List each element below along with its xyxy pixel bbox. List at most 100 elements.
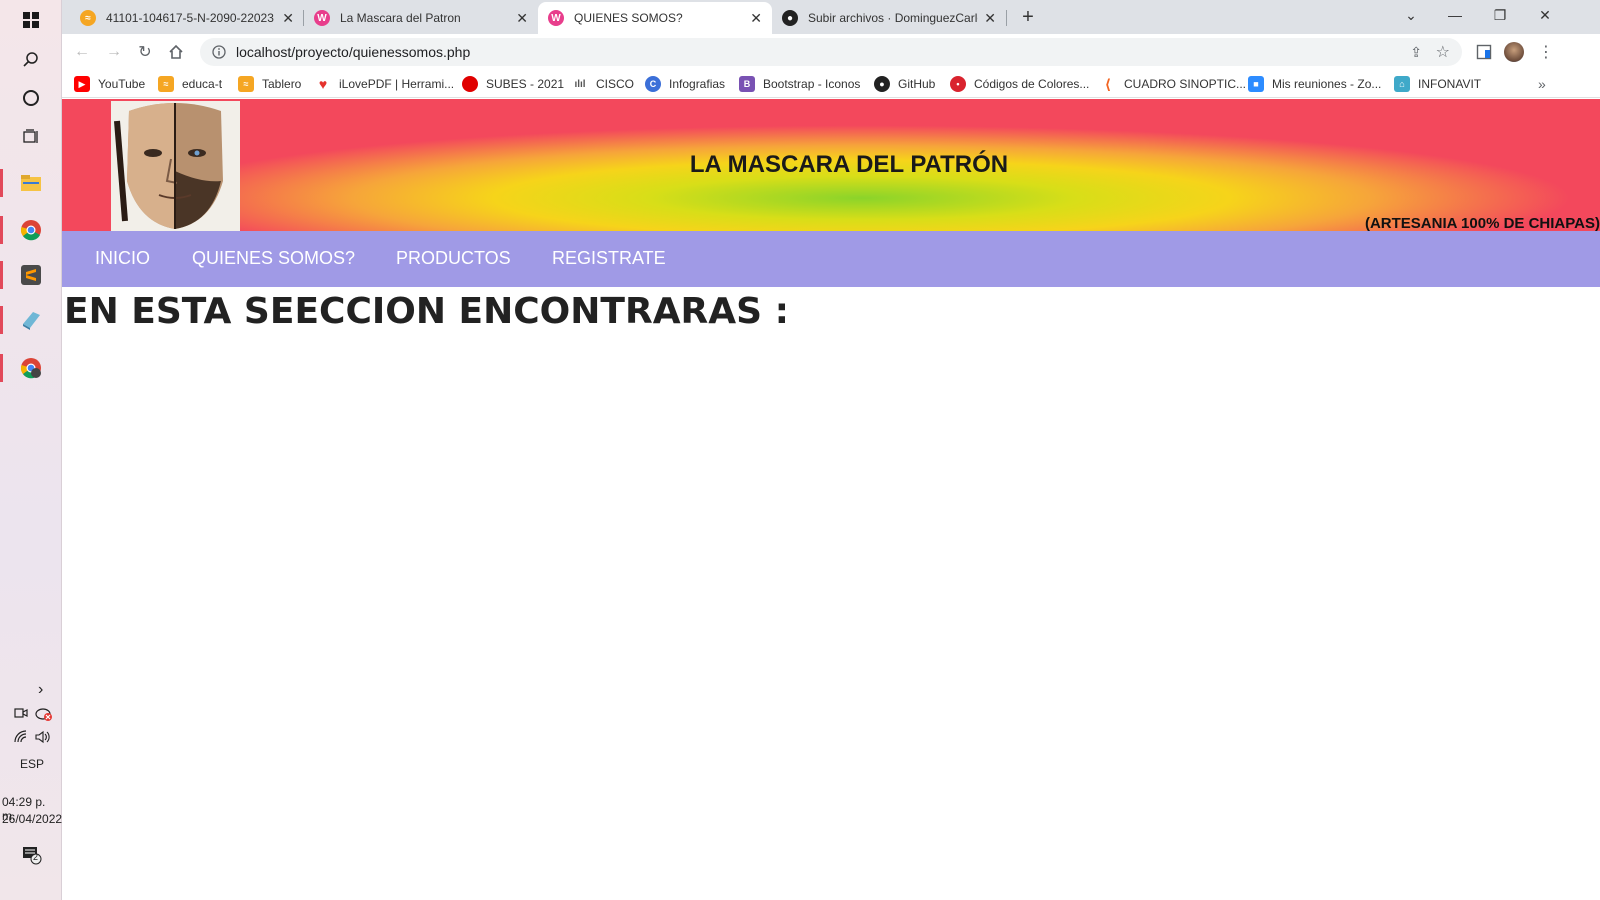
cuadro-icon: ⟨ xyxy=(1104,75,1112,92)
file-explorer-icon[interactable] xyxy=(0,163,62,203)
educa-icon: ≈ xyxy=(80,10,96,26)
educa-icon: ≈ xyxy=(238,76,254,92)
bookmark-label: Códigos de Colores... xyxy=(974,77,1090,91)
marquee-text: (ARTESANIA 100% DE CHIAPAS) xyxy=(1364,215,1600,232)
wifi-icon[interactable] xyxy=(14,730,30,747)
browser-tab-strip: ≈ 41101-104617-5-N-2090-22023 ✕ W La Mas… xyxy=(62,0,1600,34)
bookmark-label: SUBES - 2021 xyxy=(486,77,565,91)
close-tab-icon[interactable]: ✕ xyxy=(750,10,762,27)
tab-title: La Mascara del Patron xyxy=(340,11,461,25)
nav-link-registrate[interactable]: REGISTRATE xyxy=(552,248,666,269)
bookmark-codigos-de-colores[interactable]: • Códigos de Colores... xyxy=(950,74,1089,94)
browser-tab[interactable]: ≈ 41101-104617-5-N-2090-22023 ✕ xyxy=(70,2,304,34)
bookmark-mis-reuniones-zoom[interactable]: ■ Mis reuniones - Zo... xyxy=(1248,74,1381,94)
network-disconnected-icon[interactable] xyxy=(35,706,53,725)
bookmark-label: CUADRO SINOPTIC... xyxy=(1124,77,1247,91)
site-icon: W xyxy=(314,10,330,26)
tab-divider xyxy=(1006,10,1007,26)
site-navbar: INICIO QUIENES SOMOS? PRODUCTOS REGISTRA… xyxy=(62,231,1600,287)
bookmark-infonavit[interactable]: ⌂ INFONAVIT xyxy=(1394,74,1481,94)
forward-icon[interactable]: → xyxy=(102,40,126,64)
heart-icon: ♥ xyxy=(318,76,328,92)
new-tab-button[interactable]: + xyxy=(1014,4,1042,30)
zoom-icon: ■ xyxy=(1248,76,1264,92)
windows-taskbar: › ESP 04:29 p. m. 26/04/2022 2 xyxy=(0,0,62,900)
chrome-profile-icon[interactable] xyxy=(0,348,62,388)
chrome-icon[interactable] xyxy=(0,210,62,250)
nav-link-productos[interactable]: PRODUCTOS xyxy=(396,248,511,269)
address-bar[interactable]: localhost/proyecto/quienessomos.php ⇪ ☆ xyxy=(200,38,1462,66)
clock-date[interactable]: 26/04/2022 xyxy=(2,812,62,826)
bookmark-label: educa-t xyxy=(182,77,223,91)
bookmark-label: Infografias xyxy=(669,77,726,91)
notification-count: 2 xyxy=(33,852,39,862)
browser-tab[interactable]: W La Mascara del Patron ✕ xyxy=(304,2,538,34)
github-icon: ● xyxy=(874,76,890,92)
close-tab-icon[interactable]: ✕ xyxy=(984,10,996,27)
close-tab-icon[interactable]: ✕ xyxy=(282,10,294,27)
bookmark-infografias[interactable]: C Infografias xyxy=(645,74,725,94)
bookmark-star-icon[interactable]: ☆ xyxy=(1436,42,1450,62)
canva-icon: C xyxy=(645,76,661,92)
circle-icon xyxy=(462,76,478,92)
language-indicator[interactable]: ESP xyxy=(20,757,44,771)
sublime-text-icon[interactable] xyxy=(0,255,62,295)
bookmarks-bar: ▶ YouTube ≈ educa-t ≈ Tablero ♥ iLovePDF… xyxy=(62,70,1600,98)
site-title: LA MASCARA DEL PATRÓN xyxy=(689,151,1009,178)
bootstrap-icon: B xyxy=(739,76,755,92)
bookmark-label: YouTube xyxy=(98,77,146,91)
reload-icon[interactable]: ↻ xyxy=(133,40,157,64)
volume-icon[interactable] xyxy=(35,730,51,747)
bookmark-label: Tablero xyxy=(262,77,302,91)
meet-now-icon[interactable] xyxy=(14,706,28,723)
close-window-icon[interactable]: ✕ xyxy=(1522,0,1568,30)
bookmark-bootstrap-iconos[interactable]: B Bootstrap - Iconos xyxy=(739,74,860,94)
bookmark-youtube[interactable]: ▶ YouTube xyxy=(74,74,145,94)
site-header-banner: LA MASCARA DEL PATRÓN (ARTESANIA 100% DE… xyxy=(62,99,1600,232)
close-tab-icon[interactable]: ✕ xyxy=(516,10,528,27)
restore-icon[interactable]: ❐ xyxy=(1477,0,1523,30)
bookmark-github[interactable]: ● GitHub xyxy=(874,74,935,94)
cortana-icon[interactable] xyxy=(0,78,62,118)
tab-title: 41101-104617-5-N-2090-22023 xyxy=(106,11,274,25)
profile-avatar[interactable] xyxy=(1502,40,1526,64)
bookmark-label: iLovePDF | Herrami... xyxy=(339,77,455,91)
chevron-right-icon[interactable]: › xyxy=(38,681,43,699)
section-heading: EN ESTA SEECCION ENCONTRARAS : xyxy=(64,291,789,332)
youtube-icon: ▶ xyxy=(74,76,90,92)
bookmark-label: INFONAVIT xyxy=(1418,77,1482,91)
tab-search-icon[interactable]: ⌄ xyxy=(1388,0,1434,30)
bookmark-cisco[interactable]: ılıl CISCO xyxy=(572,74,634,94)
url-text[interactable]: localhost/proyecto/quienessomos.php xyxy=(236,44,470,60)
minimize-icon[interactable]: — xyxy=(1432,0,1478,30)
windows-start-icon[interactable] xyxy=(0,0,62,40)
search-icon[interactable] xyxy=(0,40,62,80)
web-page: LA MASCARA DEL PATRÓN (ARTESANIA 100% DE… xyxy=(62,99,1600,900)
bookmark-tablero[interactable]: ≈ Tablero xyxy=(238,74,301,94)
github-icon: ● xyxy=(782,10,798,26)
bookmark-ilovepdf[interactable]: ♥ iLovePDF | Herrami... xyxy=(315,74,454,94)
eraser-app-icon[interactable] xyxy=(0,300,62,340)
nav-link-inicio[interactable]: INICIO xyxy=(95,248,150,269)
task-view-icon[interactable] xyxy=(0,117,62,157)
site-icon: W xyxy=(548,10,564,26)
menu-icon[interactable]: ⋮ xyxy=(1534,40,1558,64)
tab-title: QUIENES SOMOS? xyxy=(574,11,683,25)
bookmark-cuadro-sinoptico[interactable]: ⟨ CUADRO SINOPTIC... xyxy=(1100,74,1246,94)
home-icon[interactable] xyxy=(164,40,188,64)
share-icon[interactable]: ⇪ xyxy=(1410,44,1422,61)
bookmark-educa-t[interactable]: ≈ educa-t xyxy=(158,74,222,94)
back-icon[interactable]: ← xyxy=(70,40,94,64)
notifications-icon[interactable] xyxy=(22,845,42,868)
site-info-icon[interactable] xyxy=(212,45,226,59)
side-panel-icon[interactable] xyxy=(1472,40,1496,64)
bookmark-label: CISCO xyxy=(596,77,635,91)
browser-toolbar: ← → ↻ localhost/proyecto/quienessomos.ph… xyxy=(62,34,1600,70)
nav-link-quienes-somos[interactable]: QUIENES SOMOS? xyxy=(192,248,355,269)
educa-icon: ≈ xyxy=(158,76,174,92)
more-bookmarks-icon[interactable]: » xyxy=(1538,74,1546,94)
browser-tab-active[interactable]: W QUIENES SOMOS? ✕ xyxy=(538,2,772,34)
browser-tab[interactable]: ● Subir archivos · DominguezCarlo ✕ xyxy=(772,2,1006,34)
bookmark-subes[interactable]: SUBES - 2021 xyxy=(462,74,564,94)
color-icon: • xyxy=(950,76,966,92)
